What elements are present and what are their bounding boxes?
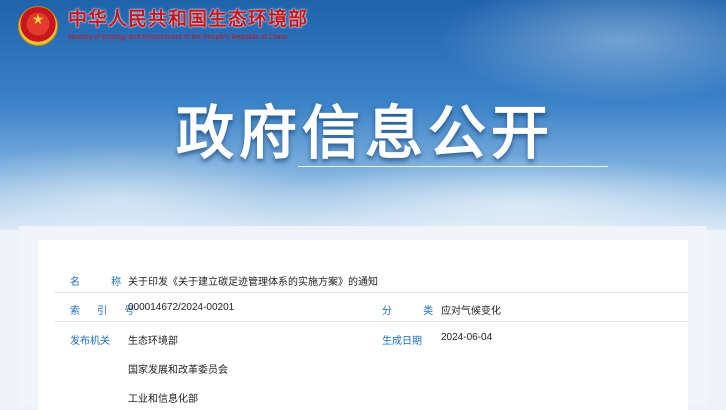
- title-underline: [298, 166, 608, 167]
- category-label: 分 类: [382, 306, 448, 317]
- index-value: 000014672/2024-00201: [128, 302, 235, 313]
- page-title: 政府信息公开: [176, 99, 555, 167]
- issuer-value-1: 生态环境部: [128, 336, 178, 347]
- name-value: 关于印发《关于建立碳足迹管理体系的实施方案》的通知: [128, 277, 378, 288]
- date-label: 生成日期: [382, 336, 422, 347]
- info-card: 名 称 关于印发《关于建立碳足迹管理体系的实施方案》的通知 索 引 号 0000…: [19, 226, 707, 410]
- header-banner: 中华人民共和国生态环境部 Ministry of Ecology and Env…: [0, 0, 726, 230]
- date-value: 2024-06-04: [441, 332, 493, 343]
- issuer-label: 发布机关: [70, 336, 110, 347]
- row-divider: [54, 292, 688, 293]
- national-emblem-icon: [18, 6, 58, 46]
- issuer-value-3: 工业和信息化部: [128, 394, 198, 405]
- category-value: 应对气候变化: [441, 306, 501, 317]
- name-label: 名 称: [70, 277, 136, 288]
- site-logo[interactable]: 中华人民共和国生态环境部 Ministry of Ecology and Env…: [18, 6, 308, 46]
- org-name-en: Ministry of Ecology and Environment of t…: [68, 34, 287, 41]
- row-divider: [54, 321, 688, 322]
- issuer-value-2: 国家发展和改革委员会: [128, 365, 228, 376]
- info-table: 名 称 关于印发《关于建立碳足迹管理体系的实施方案》的通知 索 引 号 0000…: [38, 240, 688, 410]
- org-name-cn: 中华人民共和国生态环境部: [68, 8, 309, 30]
- logo-text: 中华人民共和国生态环境部 Ministry of Ecology and Env…: [68, 6, 308, 42]
